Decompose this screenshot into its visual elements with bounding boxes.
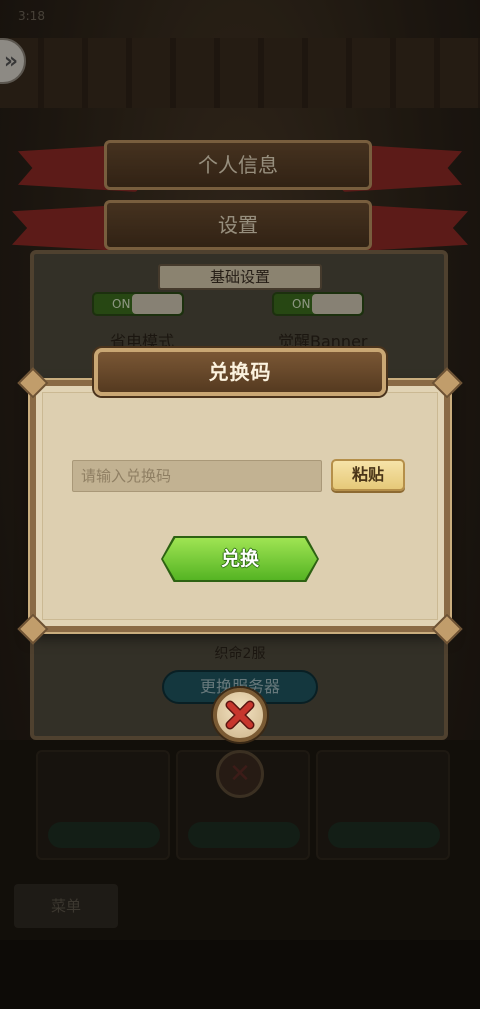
redeem-dialog xyxy=(28,378,452,634)
redeem-button[interactable]: 兑换 xyxy=(163,538,317,580)
dialog-inner-panel xyxy=(42,392,438,620)
redeem-code-input[interactable] xyxy=(72,460,322,492)
dialog-title: 兑换码 xyxy=(94,348,386,396)
close-x-icon xyxy=(225,700,255,730)
close-button[interactable] xyxy=(213,688,267,742)
paste-button[interactable]: 粘贴 xyxy=(331,459,405,491)
